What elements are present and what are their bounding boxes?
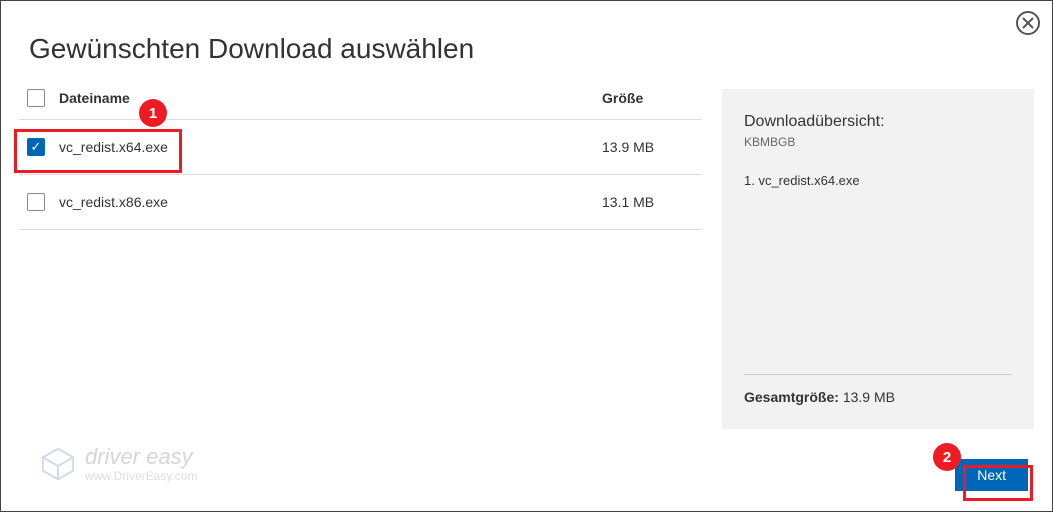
column-name-header: Dateiname xyxy=(59,90,130,106)
close-button[interactable] xyxy=(1016,11,1040,35)
annotation-bubble-2: 2 xyxy=(933,443,961,471)
page-title: Gewünschten Download auswählen xyxy=(1,1,1052,89)
file-name: vc_redist.x64.exe xyxy=(59,139,168,155)
table-header: Dateiname Größe xyxy=(19,89,702,120)
table-row: vc_redist.x86.exe 13.1 MB xyxy=(19,175,702,230)
file-size: 13.1 MB xyxy=(602,194,702,210)
row-checkbox[interactable] xyxy=(27,193,45,211)
column-size-header: Größe xyxy=(602,90,702,106)
summary-panel: Downloadübersicht: KBMBGB 1. vc_redist.x… xyxy=(722,89,1034,429)
select-all-checkbox[interactable] xyxy=(27,89,45,107)
summary-item: 1. vc_redist.x64.exe xyxy=(744,173,1012,188)
watermark-line2: www.DriverEasy.com xyxy=(85,470,197,483)
watermark-line1: driver easy xyxy=(85,445,197,469)
watermark-icon xyxy=(39,445,77,483)
file-list-panel: Dateiname Größe ✓ vc_redist.x64.exe 13.9… xyxy=(19,89,722,429)
total-value: 13.9 MB xyxy=(843,389,895,405)
summary-title: Downloadübersicht: xyxy=(744,113,1012,131)
file-size: 13.9 MB xyxy=(602,139,702,155)
summary-total: Gesamtgröße: 13.9 MB xyxy=(744,374,1012,405)
file-name: vc_redist.x86.exe xyxy=(59,194,168,210)
total-label: Gesamtgröße: xyxy=(744,389,839,405)
row-checkbox[interactable]: ✓ xyxy=(27,138,45,156)
next-button[interactable]: Next xyxy=(955,459,1028,491)
watermark: driver easy www.DriverEasy.com xyxy=(39,445,197,483)
summary-subtitle: KBMBGB xyxy=(744,135,1012,149)
table-row: ✓ vc_redist.x64.exe 13.9 MB xyxy=(19,120,702,175)
annotation-bubble-1: 1 xyxy=(139,99,167,127)
